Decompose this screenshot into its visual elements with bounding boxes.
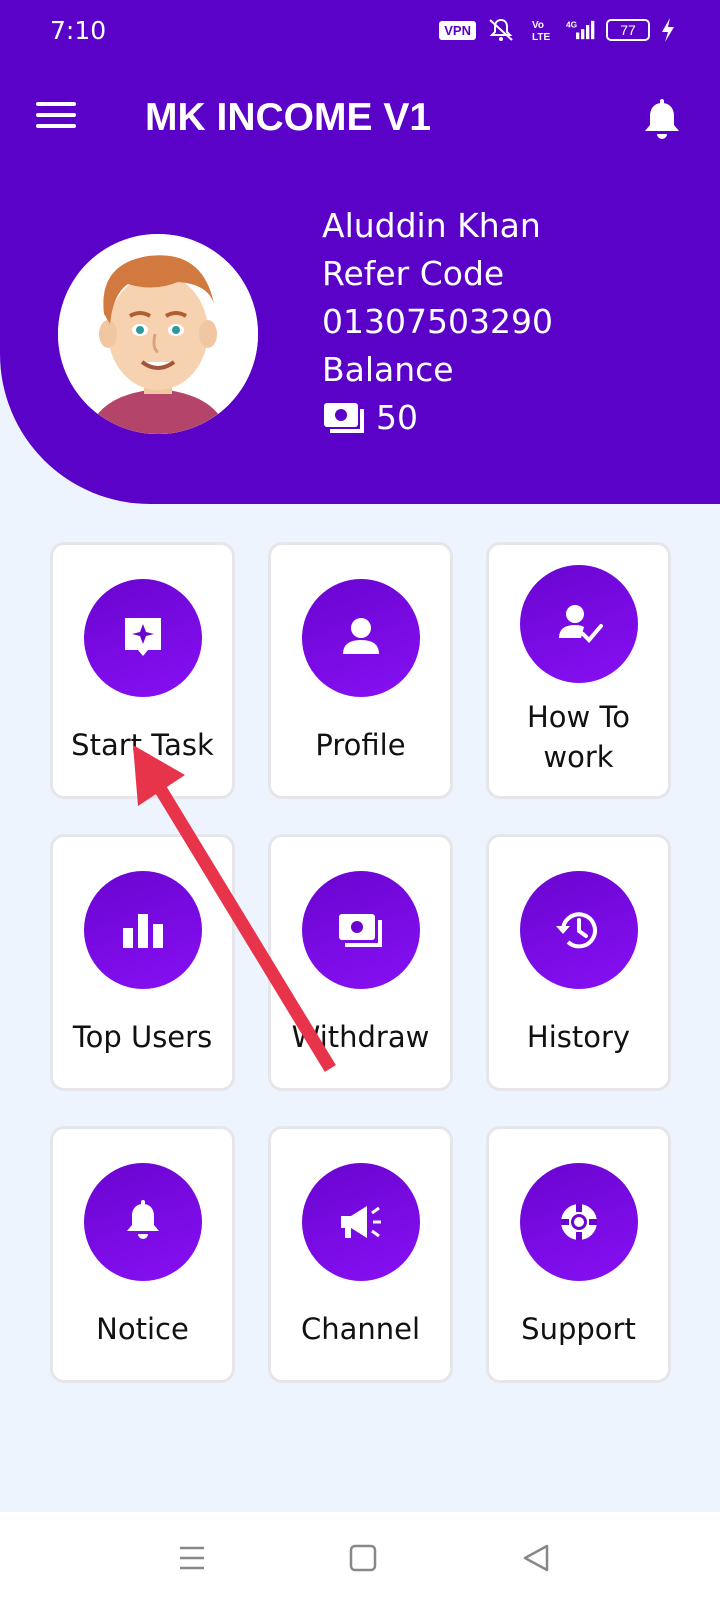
vpn-icon: VPN	[439, 20, 476, 40]
charging-icon	[662, 18, 674, 42]
status-icons: VPN Vo LTE 4G 77	[439, 17, 676, 43]
bell-icon	[126, 1200, 159, 1239]
start-task-icon-circle	[83, 579, 202, 697]
lifebuoy-icon	[560, 1204, 597, 1240]
svg-text:LTE: LTE	[532, 32, 550, 43]
notice-icon-circle	[83, 1163, 202, 1281]
user-check-icon	[558, 605, 603, 643]
bell-icon	[645, 99, 679, 139]
withdraw-card[interactable]: Withdraw	[268, 834, 453, 1091]
withdraw-label: Withdraw	[291, 1020, 430, 1054]
menu-line	[36, 124, 76, 128]
history-card[interactable]: History	[486, 834, 671, 1091]
history-icon-circle	[519, 871, 638, 989]
svg-text:4G: 4G	[566, 20, 577, 30]
how-to-work-icon-circle	[519, 565, 638, 683]
top-users-card[interactable]: Top Users	[50, 834, 235, 1091]
top-users-label: Top Users	[72, 1020, 213, 1054]
user-name: Aluddin Khan	[322, 206, 541, 245]
header: MK INCOME V1 Aluddin Khan Refer Code 013…	[0, 64, 720, 504]
how-to-work-label: How To work	[526, 700, 630, 774]
refer-code-value: 01307503290	[322, 302, 553, 341]
mute-icon	[489, 18, 513, 41]
signal-4g-icon: 4G	[566, 20, 595, 40]
how-to-work-card[interactable]: How To work	[486, 542, 671, 799]
start-task-card[interactable]: Start Task	[50, 542, 235, 799]
avatar-illustration	[58, 234, 258, 434]
svg-text:Vo: Vo	[532, 20, 544, 31]
history-icon	[555, 912, 597, 949]
hamburger-menu-icon	[36, 102, 76, 106]
top-users-icon-circle	[83, 871, 202, 989]
bar-chart-icon	[122, 914, 163, 948]
channel-card[interactable]: Channel	[268, 1126, 453, 1383]
balance-value: 50	[376, 398, 418, 437]
balance-label: Balance	[322, 350, 454, 389]
support-icon-circle	[519, 1163, 638, 1281]
balance-row: 50	[322, 394, 553, 442]
money-icon	[338, 914, 382, 947]
user-info: Aluddin Khan Refer Code 01307503290 Bala…	[322, 202, 553, 442]
notice-label: Notice	[96, 1312, 189, 1346]
notification-button[interactable]	[642, 98, 682, 142]
channel-icon-circle	[301, 1163, 420, 1281]
recent-apps-icon[interactable]	[172, 1538, 212, 1578]
money-icon	[324, 403, 364, 433]
user-icon	[342, 618, 379, 654]
megaphone-icon	[340, 1206, 381, 1238]
app-title: MK INCOME V1	[145, 96, 432, 139]
profile-icon-circle	[301, 579, 420, 697]
profile-label: Profile	[315, 728, 406, 762]
home-icon[interactable]	[343, 1538, 383, 1578]
menu-line	[36, 113, 76, 117]
history-label: History	[526, 1020, 631, 1054]
channel-label: Channel	[300, 1312, 421, 1346]
avatar	[58, 234, 258, 434]
notice-card[interactable]: Notice	[50, 1126, 235, 1383]
volte-icon: Vo LTE	[532, 20, 550, 43]
support-label: Support	[521, 1312, 636, 1346]
battery-icon: 77	[606, 19, 650, 41]
support-card[interactable]: Support	[486, 1126, 671, 1383]
profile-card[interactable]: Profile	[268, 542, 453, 799]
back-icon[interactable]	[517, 1538, 557, 1578]
status-time: 7:10	[50, 16, 107, 45]
menu-grid: Start Task Profile How To work Top Users…	[50, 542, 671, 1383]
withdraw-icon-circle	[301, 871, 420, 989]
system-nav-bar	[0, 1512, 720, 1600]
menu-button[interactable]	[36, 102, 76, 136]
start-task-label: Start Task	[71, 728, 214, 762]
status-bar: 7:10 VPN Vo LTE 4G 77	[0, 0, 720, 64]
task-icon	[124, 618, 161, 656]
refer-code-label: Refer Code	[322, 254, 505, 293]
